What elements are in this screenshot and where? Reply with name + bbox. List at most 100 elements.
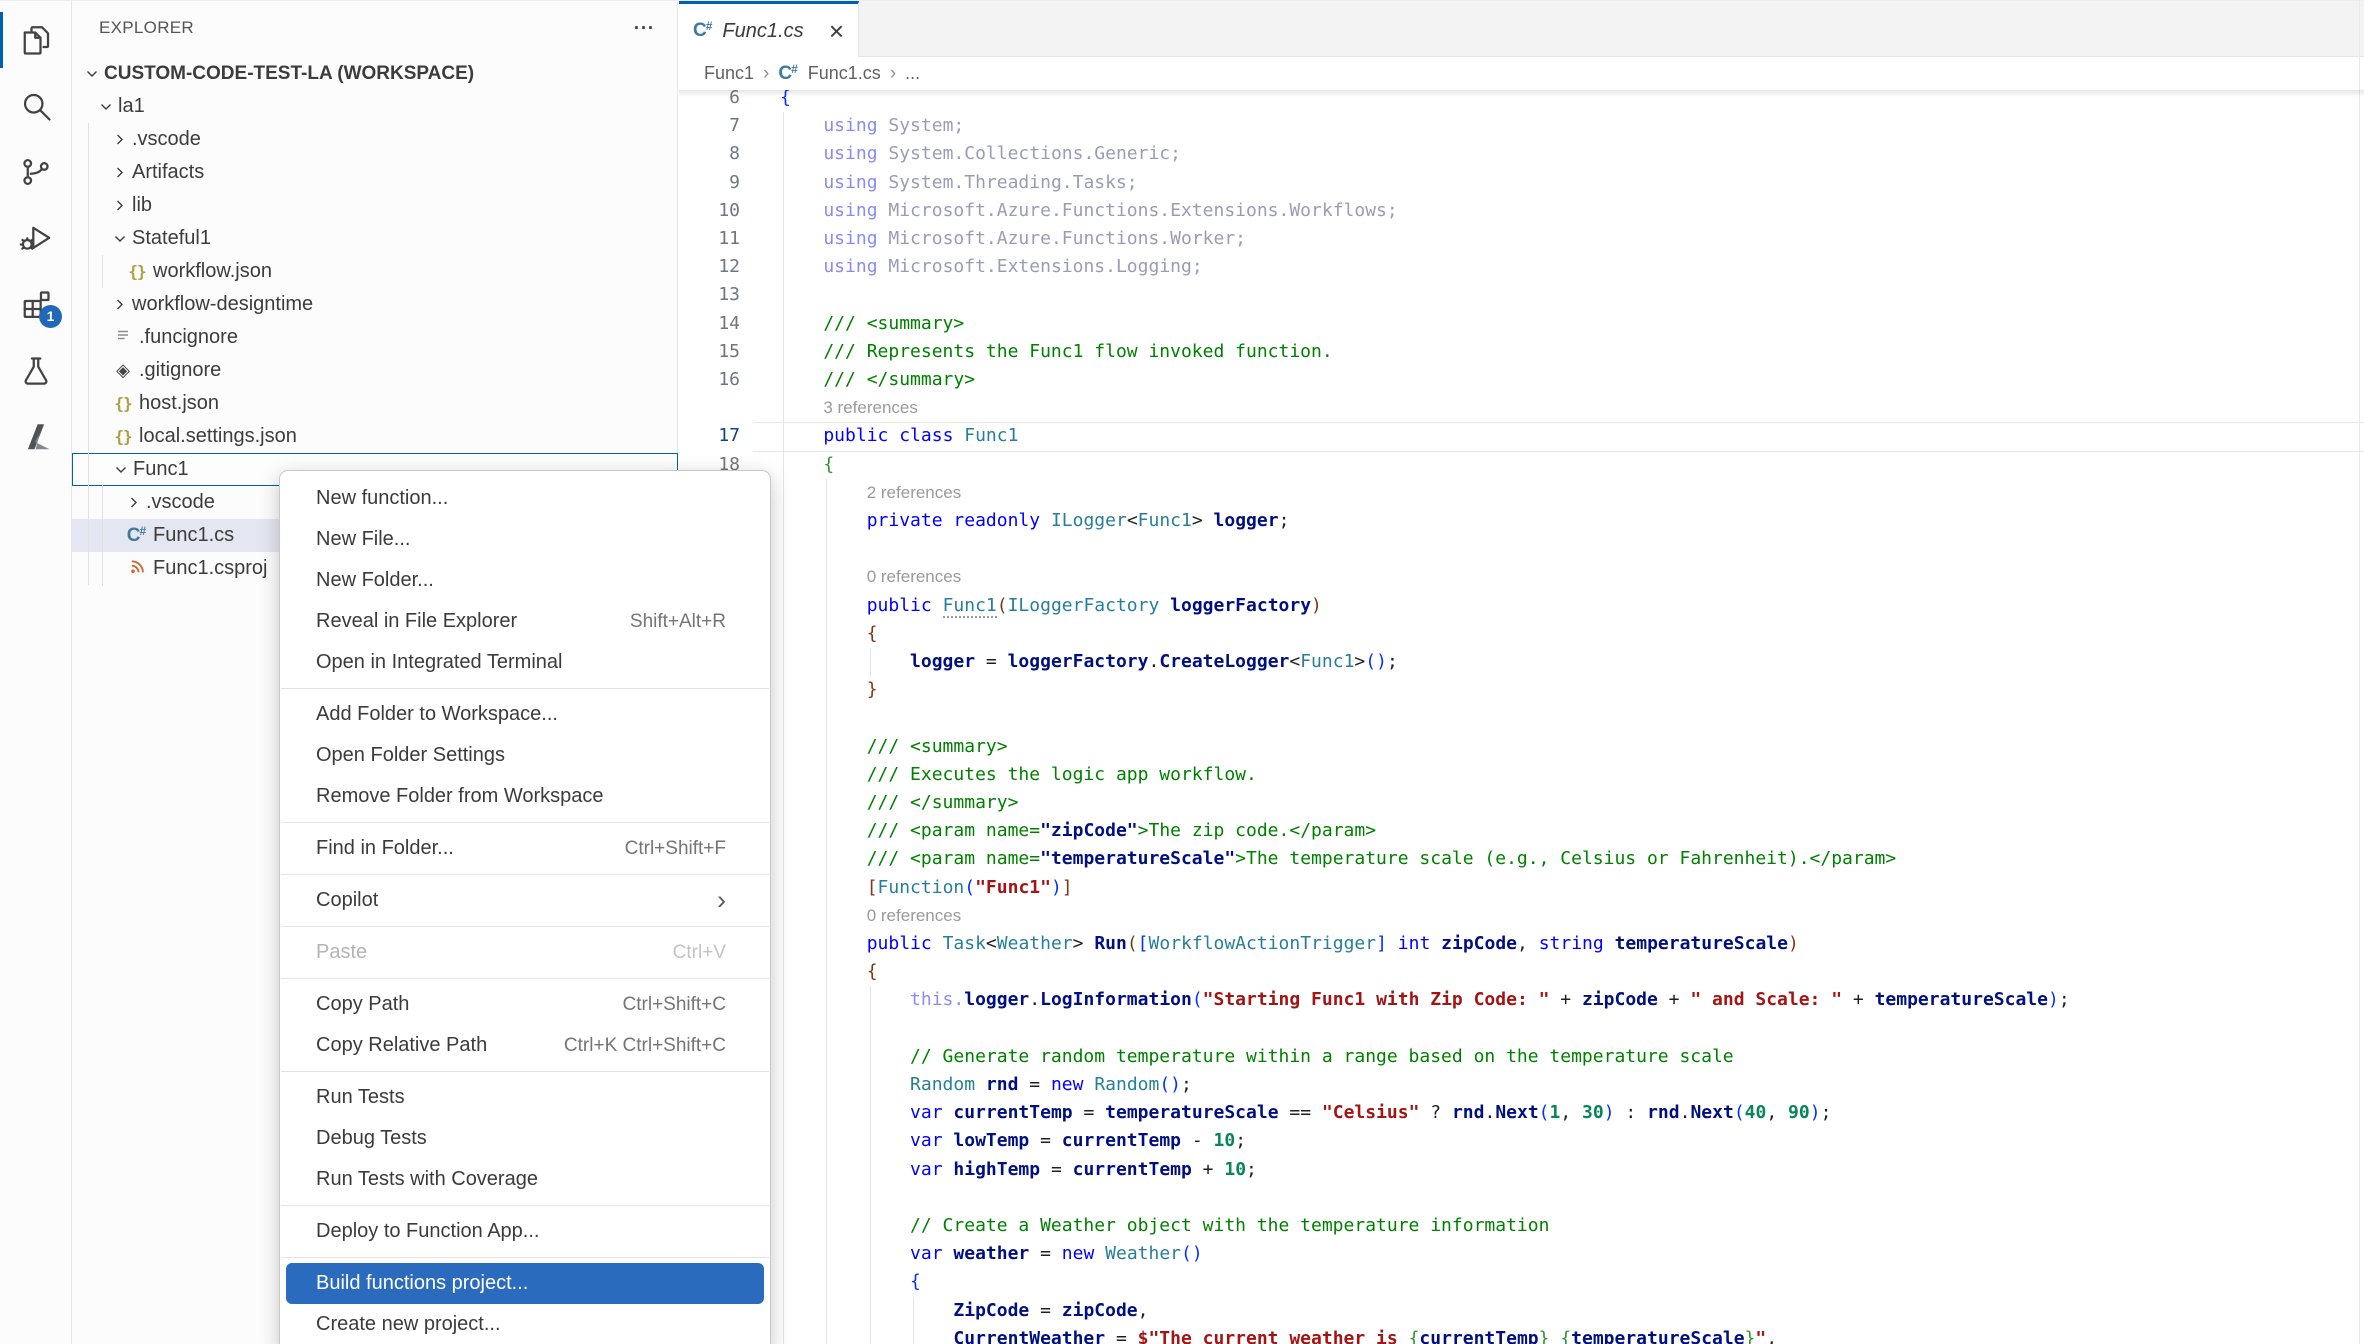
code-line[interactable]: { <box>780 958 878 987</box>
tree-item-la1[interactable]: la1 <box>72 90 678 123</box>
code-line[interactable]: /// </summary> <box>780 366 975 395</box>
menu-item-remove-folder-from-workspace[interactable]: Remove Folder from Workspace <box>280 776 770 817</box>
code-line[interactable]: using System; <box>780 112 964 141</box>
code-line[interactable]: { <box>780 451 834 480</box>
code-line[interactable]: /// <summary> <box>780 310 964 339</box>
activitybar-item-run-and-debug[interactable] <box>0 205 71 271</box>
menu-item-debug-tests[interactable]: Debug Tests <box>280 1118 770 1159</box>
tree-item-gitignore[interactable]: ◈.gitignore <box>72 354 678 387</box>
code-line[interactable]: CurrentWeather = $"The current weather i… <box>780 1325 1777 1344</box>
tree-item-local-settings-json[interactable]: {}local.settings.json <box>72 420 678 453</box>
menu-item-create-new-project[interactable]: Create new project... <box>280 1304 770 1344</box>
code-line[interactable]: public Task<Weather> Run([WorkflowAction… <box>780 930 1799 959</box>
tree-item-host-json[interactable]: {}host.json <box>72 387 678 420</box>
menu-item-reveal-in-file-explorer[interactable]: Reveal in File ExplorerShift+Alt+R <box>280 601 770 642</box>
code-line[interactable]: { <box>780 1268 921 1297</box>
code-line[interactable]: logger = loggerFactory.CreateLogger<Func… <box>780 648 1398 677</box>
menu-item-copy-relative-path[interactable]: Copy Relative PathCtrl+K Ctrl+Shift+C <box>280 1025 770 1066</box>
code-line[interactable]: ZipCode = zipCode, <box>780 1297 1148 1326</box>
chevron-right-icon[interactable] <box>124 493 146 513</box>
tab-func1-cs[interactable]: C# Func1.cs × <box>679 1 859 58</box>
tree-item-workflow-json[interactable]: {}workflow.json <box>72 255 678 288</box>
code-line[interactable]: /// Executes the logic app workflow. <box>780 761 1257 790</box>
code-line[interactable]: // Generate random temperature within a … <box>780 1043 1734 1072</box>
menu-item-build-functions-project[interactable]: Build functions project... <box>286 1263 764 1304</box>
scrollbar-track[interactable] <box>2359 0 2360 1344</box>
code-line[interactable]: var highTemp = currentTemp + 10; <box>780 1156 1257 1185</box>
code-line[interactable]: this.logger.LogInformation("Starting Fun… <box>780 986 2070 1015</box>
breadcrumb: Func1 › C# Func1.cs › ... <box>679 57 2364 90</box>
chevron-right-icon[interactable] <box>110 130 132 150</box>
tree-item-lib[interactable]: lib <box>72 189 678 222</box>
tree-item-vscode[interactable]: .vscode <box>72 123 678 156</box>
code-line[interactable]: var currentTemp = temperatureScale == "C… <box>780 1099 1831 1128</box>
code-line[interactable]: /// </summary> <box>780 789 1018 818</box>
code-line[interactable]: /// <summary> <box>780 733 1008 762</box>
tree-item-label: CUSTOM-CODE-TEST-LA (WORKSPACE) <box>104 63 474 85</box>
menu-item-copy-path[interactable]: Copy PathCtrl+Shift+C <box>280 984 770 1025</box>
breadcrumb-symbol[interactable]: ... <box>905 63 920 84</box>
activitybar-item-search[interactable] <box>0 73 71 139</box>
code-line[interactable]: using System.Collections.Generic; <box>780 140 1181 169</box>
chevron-right-icon[interactable] <box>110 163 132 183</box>
tree-item-funcignore[interactable]: .funcignore <box>72 321 678 354</box>
menu-item-new-file[interactable]: New File... <box>280 519 770 560</box>
code-line[interactable]: using Microsoft.Azure.Functions.Extensio… <box>780 197 1398 226</box>
tree-item-artifacts[interactable]: Artifacts <box>72 156 678 189</box>
chevron-down-icon[interactable] <box>111 460 133 480</box>
code-line[interactable]: /// <param name="temperatureScale">The t… <box>780 845 1896 874</box>
code-line[interactable]: public class Func1 <box>780 422 1018 451</box>
activitybar-item-azure[interactable] <box>0 403 71 469</box>
activitybar-item-testing[interactable] <box>0 337 71 403</box>
menu-item-run-tests-with-coverage[interactable]: Run Tests with Coverage <box>280 1159 770 1200</box>
codelens-references-link[interactable]: 2 references <box>867 479 962 508</box>
chevron-down-icon[interactable] <box>96 97 118 117</box>
code-line[interactable]: private readonly ILogger<Func1> logger; <box>780 507 1289 536</box>
menu-item-open-in-integrated-terminal[interactable]: Open in Integrated Terminal <box>280 642 770 683</box>
code-line[interactable]: using Microsoft.Azure.Functions.Worker; <box>780 225 1246 254</box>
menu-item-deploy-to-function-app[interactable]: Deploy to Function App... <box>280 1211 770 1252</box>
code-area[interactable]: 6{7 using System;8 using System.Collecti… <box>679 90 2364 1344</box>
activitybar-item-extensions[interactable]: 1 <box>0 271 71 337</box>
code-line[interactable]: using Microsoft.Extensions.Logging; <box>780 253 1203 282</box>
code-line[interactable]: { <box>780 90 791 113</box>
menu-item-copilot[interactable]: Copilot› <box>280 880 770 921</box>
code-line[interactable]: public Func1(ILoggerFactory loggerFactor… <box>780 592 1322 621</box>
csharp-icon: C# <box>124 524 150 547</box>
chevron-right-icon[interactable] <box>110 295 132 315</box>
codelens-references-link[interactable]: 0 references <box>867 902 962 931</box>
code-line[interactable]: // Create a Weather object with the temp… <box>780 1212 1549 1241</box>
tree-item-stateful1[interactable]: Stateful1 <box>72 222 678 255</box>
menu-item-add-folder-to-workspace[interactable]: Add Folder to Workspace... <box>280 694 770 735</box>
breadcrumb-folder[interactable]: Func1 <box>704 63 754 84</box>
chevron-down-icon[interactable] <box>82 64 104 84</box>
code-line[interactable]: /// <param name="zipCode">The zip code.<… <box>780 817 1376 846</box>
code-line[interactable]: var weather = new Weather() <box>780 1240 1203 1269</box>
more-actions-icon[interactable]: ··· <box>632 11 653 42</box>
code-line[interactable]: /// Represents the Func1 flow invoked fu… <box>780 338 1333 367</box>
breadcrumb-file[interactable]: Func1.cs <box>808 63 881 84</box>
code-line[interactable]: [Function("Func1")] <box>780 874 1073 903</box>
menu-item-new-folder[interactable]: New Folder... <box>280 560 770 601</box>
code-line[interactable]: Random rnd = new Random(); <box>780 1071 1192 1100</box>
codelens-references-link[interactable]: 3 references <box>823 394 918 423</box>
codelens-references-link[interactable]: 0 references <box>867 563 962 592</box>
chevron-right-icon[interactable] <box>110 196 132 216</box>
menu-item-new-function[interactable]: New function... <box>280 478 770 519</box>
tree-item-custom-code-test-la-workspace[interactable]: CUSTOM-CODE-TEST-LA (WORKSPACE) <box>72 57 678 90</box>
code-line[interactable]: using System.Threading.Tasks; <box>780 169 1138 198</box>
menu-item-run-tests[interactable]: Run Tests <box>280 1077 770 1118</box>
code-line[interactable]: { <box>780 620 878 649</box>
activitybar-item-explorer[interactable] <box>0 7 71 73</box>
code-line[interactable]: } <box>780 676 878 705</box>
submenu-chevron-icon: › <box>717 880 726 921</box>
menu-item-find-in-folder[interactable]: Find in Folder...Ctrl+Shift+F <box>280 828 770 869</box>
menu-item-open-folder-settings[interactable]: Open Folder Settings <box>280 735 770 776</box>
close-icon[interactable]: × <box>829 18 844 44</box>
code-line[interactable]: var lowTemp = currentTemp - 10; <box>780 1127 1246 1156</box>
chevron-down-icon[interactable] <box>110 229 132 249</box>
menu-item-paste[interactable]: PasteCtrl+V <box>280 932 770 973</box>
tree-item-workflow-designtime[interactable]: workflow-designtime <box>72 288 678 321</box>
activitybar-item-source-control[interactable] <box>0 139 71 205</box>
activity-bar: 1 <box>0 0 72 1344</box>
